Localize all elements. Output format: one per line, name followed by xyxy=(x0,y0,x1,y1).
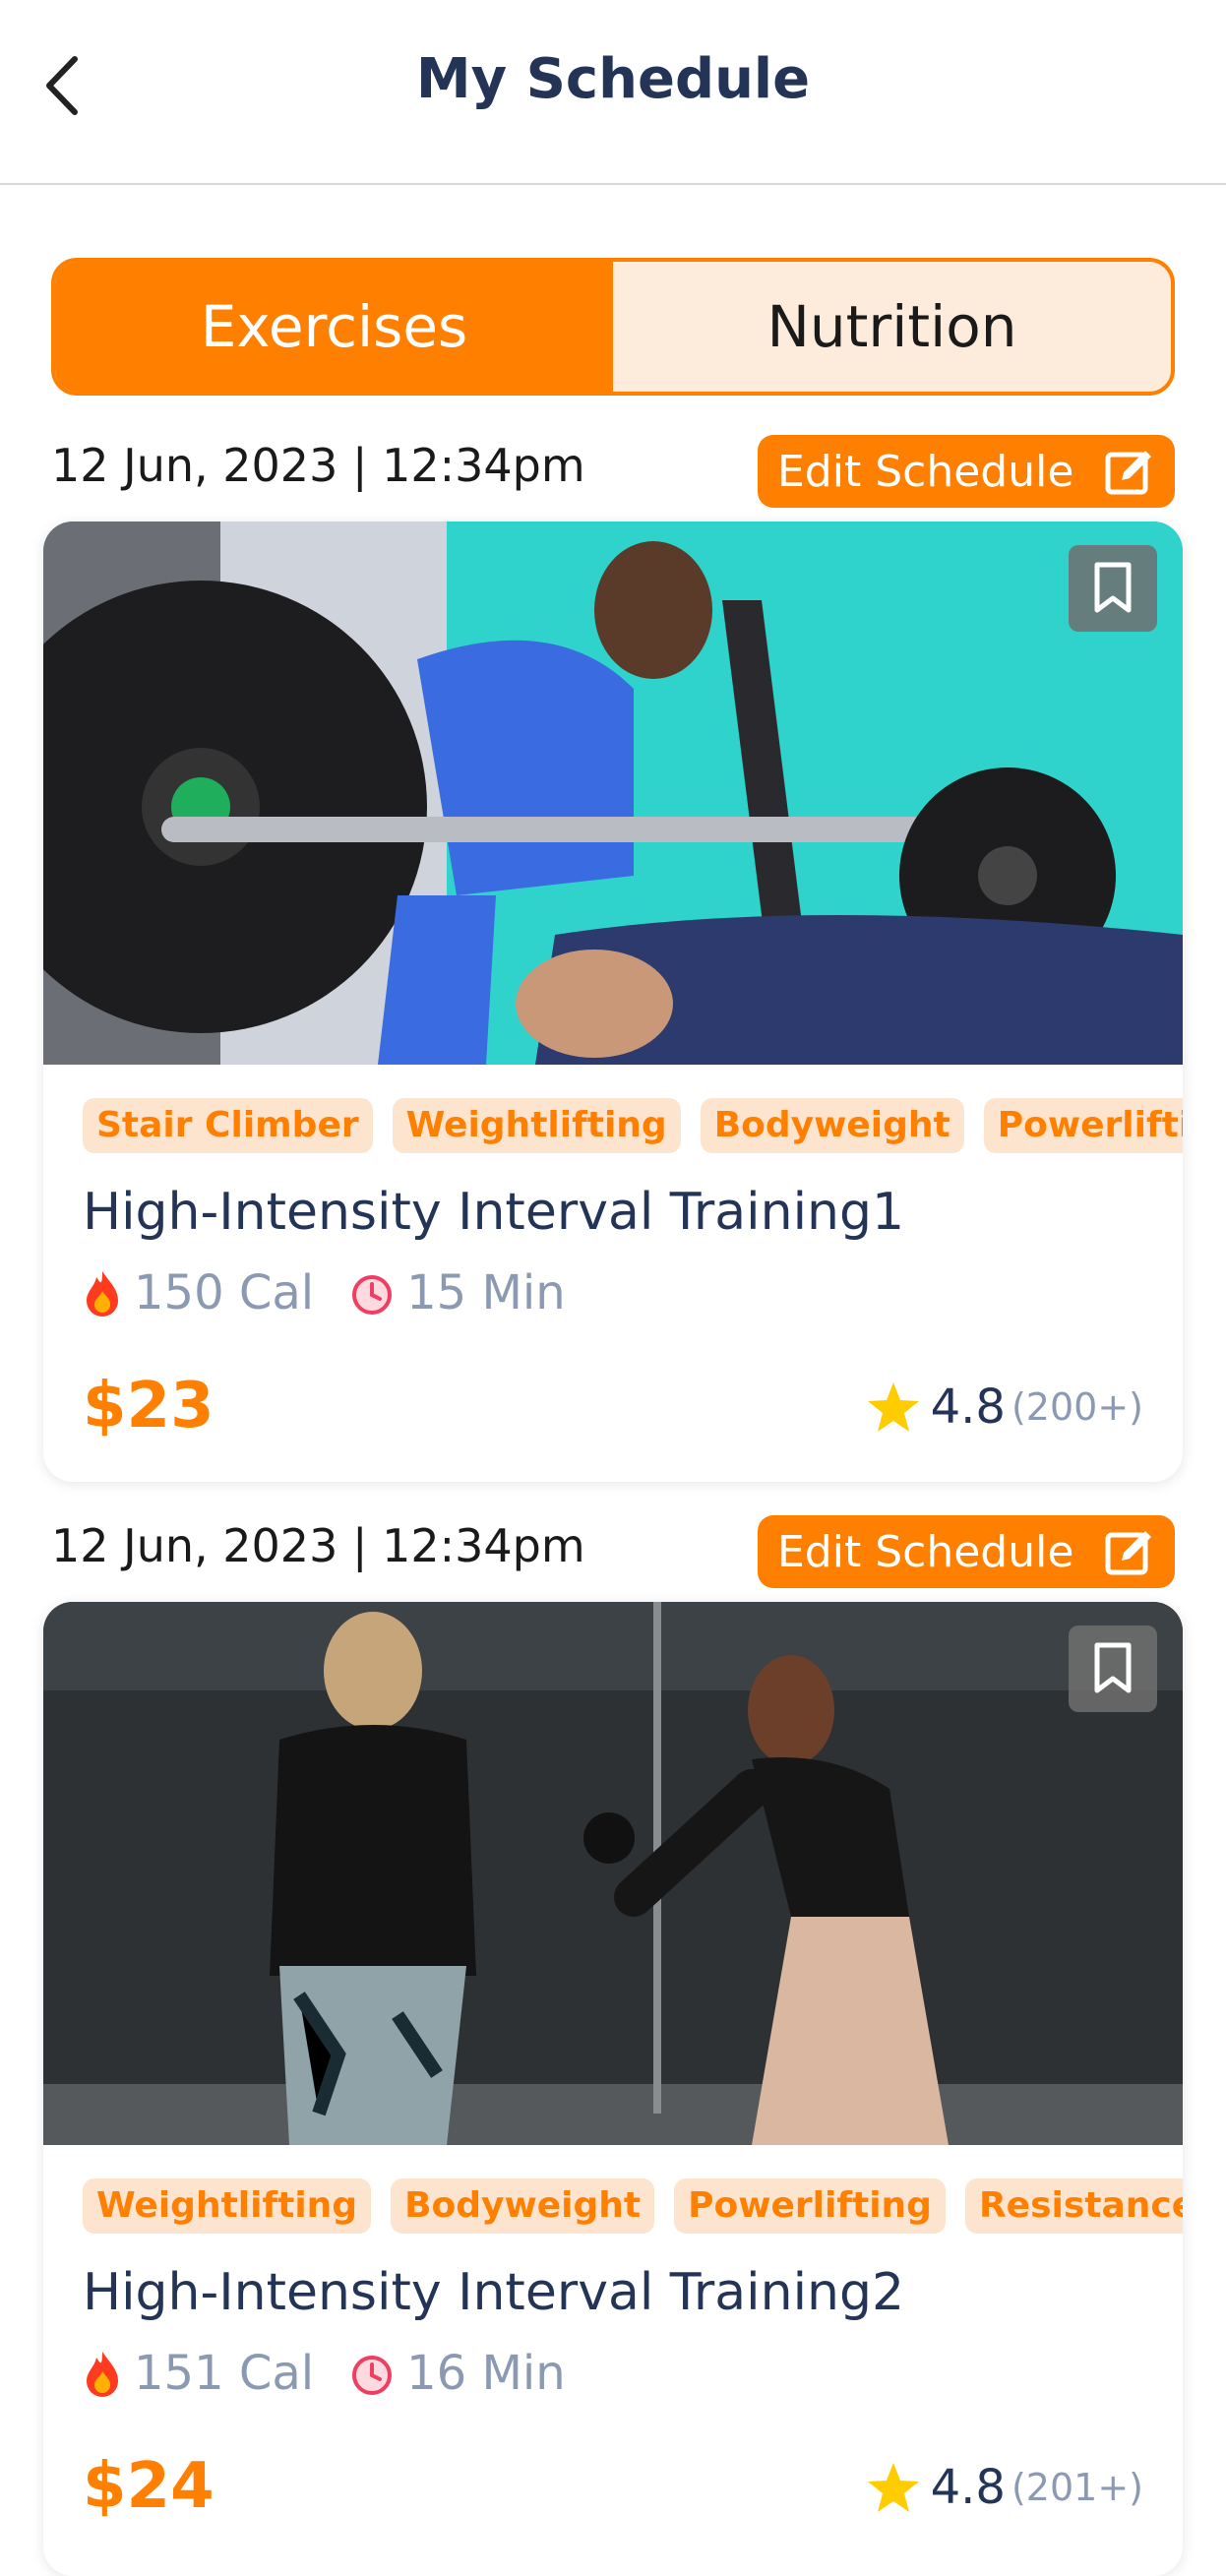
rating: 4.8 (201+) xyxy=(866,2460,1143,2515)
bookmark-icon xyxy=(1094,562,1132,613)
app-header: My Schedule xyxy=(0,0,1226,185)
price: $23 xyxy=(83,1370,215,1442)
fire-icon xyxy=(83,2350,122,2397)
workout-photo xyxy=(43,1602,1183,2145)
tag: Stair Climber xyxy=(83,1098,373,1153)
bookmark-icon xyxy=(1094,1642,1132,1693)
edit-icon xyxy=(1105,451,1151,495)
schedule-card[interactable]: Stair Climber Weightlifting Bodyweight Powe… xyxy=(43,521,1183,1482)
workout-meta: 151 Cal 16 Min xyxy=(83,2346,566,2401)
schedule-date: 12 Jun, 2023 | 12:34pm xyxy=(51,439,585,492)
edit-icon xyxy=(1105,1531,1151,1575)
rating-count: (201+) xyxy=(1011,2466,1143,2509)
rating: 4.8 (200+) xyxy=(866,1380,1143,1435)
rating-value: 4.8 xyxy=(930,1380,1006,1435)
workout-title: High-Intensity Interval Training2 xyxy=(83,2263,905,2322)
star-icon xyxy=(867,1382,919,1432)
edit-schedule-label: Edit Schedule xyxy=(777,1526,1074,1577)
tag: Bodyweight xyxy=(391,2178,655,2234)
clock-icon xyxy=(349,1270,395,1316)
duration-value: 16 Min xyxy=(406,2346,566,2401)
fire-icon xyxy=(83,1269,122,1317)
duration-value: 15 Min xyxy=(406,1265,566,1320)
edit-schedule-button[interactable]: Edit Schedule xyxy=(758,1515,1175,1588)
tag-list: Stair Climber Weightlifting Bodyweight Powe… xyxy=(83,1098,1183,1157)
clock-icon xyxy=(349,2351,395,2396)
edit-schedule-button[interactable]: Edit Schedule xyxy=(758,435,1175,508)
schedule-date: 12 Jun, 2023 | 12:34pm xyxy=(51,1519,585,1572)
workout-photo xyxy=(43,521,1183,1065)
edit-schedule-label: Edit Schedule xyxy=(777,446,1074,497)
tab-nutrition[interactable]: Nutrition xyxy=(613,262,1171,392)
tab-exercises[interactable]: Exercises xyxy=(55,262,613,392)
tag: Bodyweight xyxy=(700,1098,964,1153)
tag: Powerlifting xyxy=(983,1098,1183,1153)
page-title: My Schedule xyxy=(415,47,811,111)
workout-title: High-Intensity Interval Training1 xyxy=(83,1183,905,1242)
tag: Powerlifting xyxy=(674,2178,946,2234)
tag: Resistance B xyxy=(964,2178,1183,2234)
rating-count: (200+) xyxy=(1011,1385,1143,1429)
schedule-card[interactable]: Weightlifting Bodyweight Powerlifting Resis… xyxy=(43,1602,1183,2576)
calories-value: 150 Cal xyxy=(134,1265,315,1320)
workout-meta: 150 Cal 15 Min xyxy=(83,1265,566,1320)
tag: Weightlifting xyxy=(83,2178,372,2234)
bookmark-button[interactable] xyxy=(1069,1625,1157,1712)
tag-list: Weightlifting Bodyweight Powerlifting Resis… xyxy=(83,2178,1183,2238)
calories-value: 151 Cal xyxy=(134,2346,315,2401)
segmented-tabs: Exercises Nutrition xyxy=(51,258,1175,396)
star-icon xyxy=(867,2463,919,2512)
bookmark-button[interactable] xyxy=(1069,545,1157,632)
rating-value: 4.8 xyxy=(930,2460,1006,2515)
price: $24 xyxy=(83,2450,215,2523)
tag: Weightlifting xyxy=(392,1098,681,1153)
